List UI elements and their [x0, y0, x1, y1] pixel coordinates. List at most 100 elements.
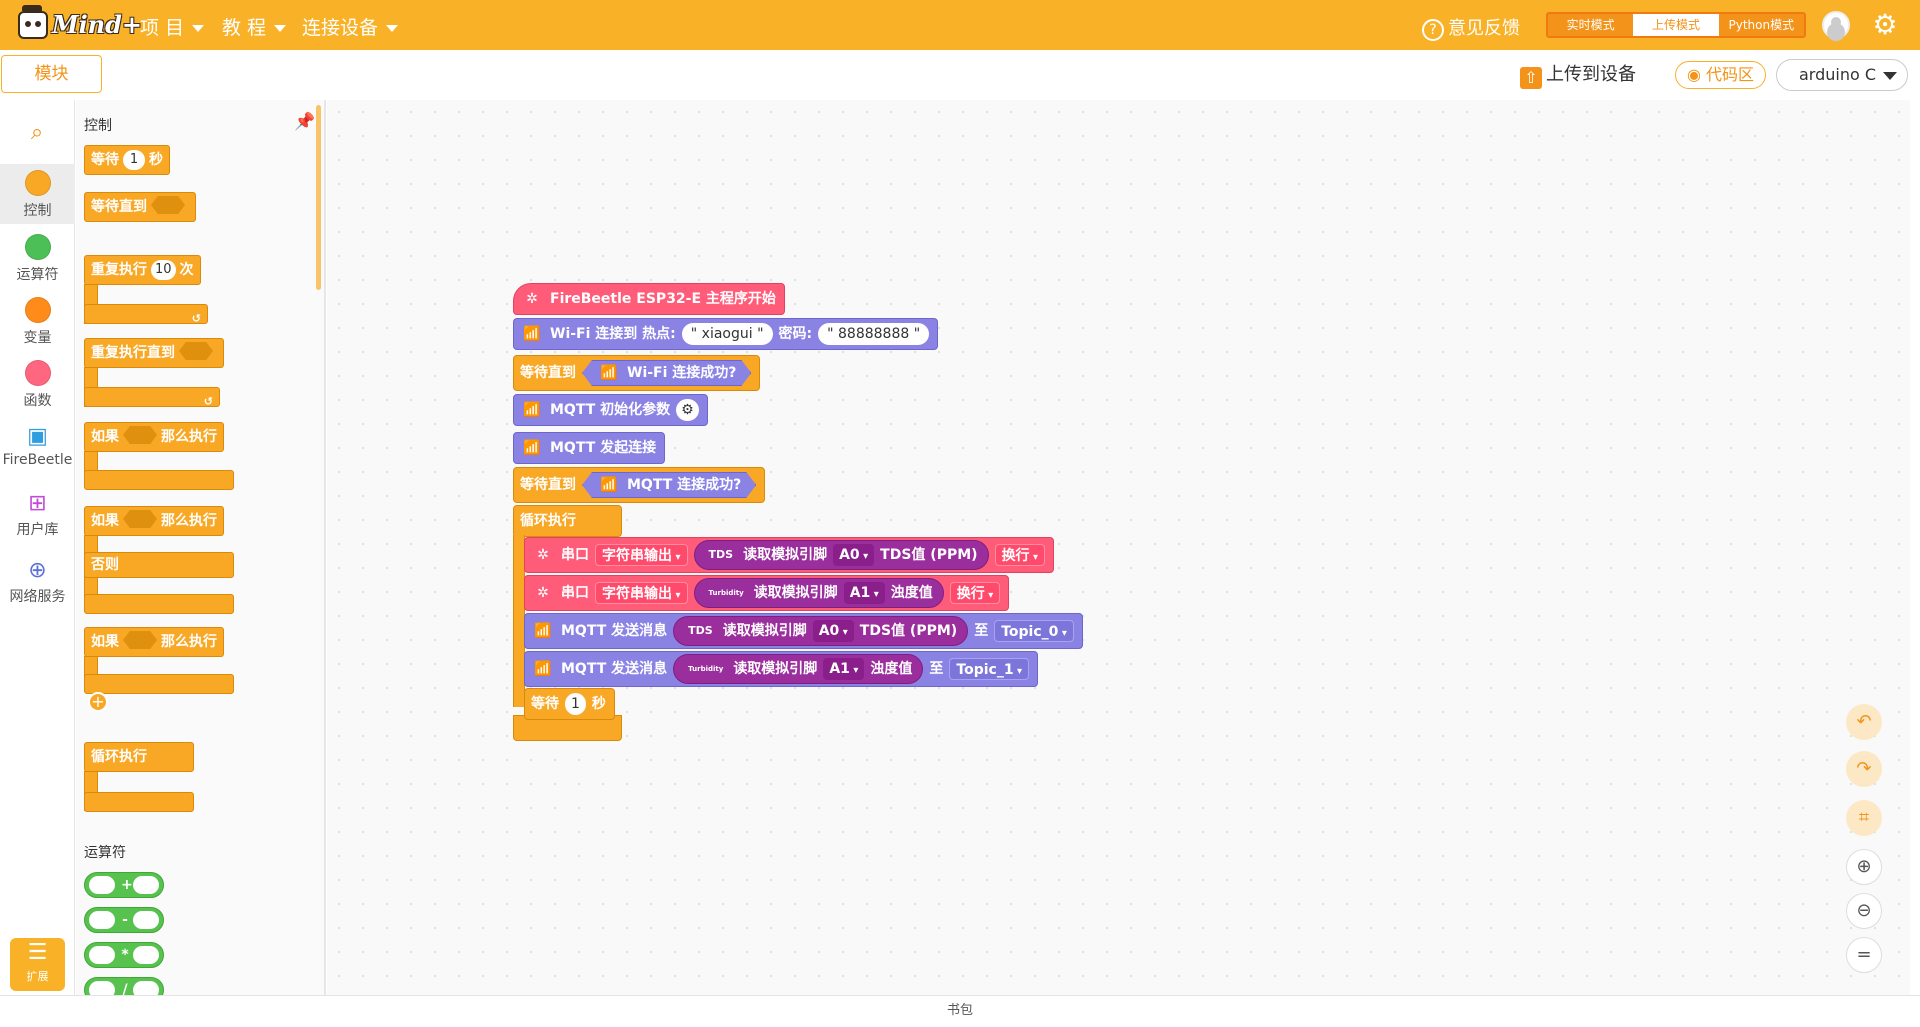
palette-block-if-else[interactable]: 如果 那么执行	[84, 506, 224, 536]
pin-dropdown[interactable]: A1	[823, 658, 865, 680]
zoom-in-icon[interactable]: ⊕	[1846, 849, 1882, 885]
condition-mqtt-connected[interactable]: 📶 MQTT 连接成功?	[582, 472, 756, 498]
palette-block-if-plus[interactable]: 如果 那么执行	[84, 627, 224, 657]
gear-icon[interactable]: ⚙	[676, 399, 699, 421]
pin-dropdown[interactable]: A0	[833, 544, 875, 566]
block-mqtt-send-turbidity[interactable]: 📶 MQTT 发送消息 Turbidity 读取模拟引脚 A1 浊度值 至 To…	[524, 651, 1039, 687]
category-user-library[interactable]: ⊞ 用户库	[0, 485, 75, 545]
loop-arrow-icon: ↺	[191, 312, 201, 325]
newline-dropdown[interactable]: 换行	[949, 582, 1001, 604]
operand-slot[interactable]	[89, 911, 115, 929]
block-wait-until-wifi[interactable]: 等待直到 📶 Wi-Fi 连接成功?	[513, 355, 761, 391]
backpack-bar[interactable]: 书包	[0, 995, 1920, 1027]
number-slot[interactable]: 1	[123, 150, 145, 170]
number-slot[interactable]: 10	[151, 260, 176, 280]
operand-slot[interactable]	[89, 981, 115, 995]
category-control[interactable]: 控制	[0, 164, 75, 224]
operand-slot[interactable]	[89, 876, 115, 894]
upload-to-device-button[interactable]: ⇧ 上传到设备	[1520, 60, 1636, 89]
search-icon[interactable]: ⌕	[24, 120, 50, 146]
block-wait-until-mqtt[interactable]: 等待直到 📶 MQTT 连接成功?	[513, 467, 766, 503]
undo-icon[interactable]: ↶	[1846, 704, 1882, 740]
category-firebeetle[interactable]: ▣ FireBeetle	[0, 418, 75, 478]
extensions-button[interactable]: ☰ 扩展	[10, 938, 65, 991]
else-section: 否则	[84, 552, 234, 578]
operand-slot[interactable]	[133, 876, 159, 894]
block-mqtt-send-tds[interactable]: 📶 MQTT 发送消息 TDS 读取模拟引脚 A0 TDS值 (PPM) 至 T…	[524, 613, 1083, 649]
palette-block-if[interactable]: 如果 那么执行	[84, 422, 224, 452]
mqtt-icon: 📶	[523, 440, 541, 456]
reporter-turbidity-read[interactable]: Turbidity 读取模拟引脚 A1 浊度值	[673, 654, 924, 684]
palette-block-repeat[interactable]: 重复执行 10 次	[84, 255, 201, 285]
boolean-slot	[123, 510, 157, 528]
c-block-foot	[84, 470, 234, 490]
palette-block-add[interactable]: +	[84, 872, 164, 898]
block-serial-print-tds[interactable]: ✲ 串口 字符串输出 TDS 读取模拟引脚 A0 TDS值 (PPM) 换行	[524, 537, 1055, 573]
menu-project[interactable]: 项 目	[140, 13, 205, 39]
zoom-reset-icon[interactable]: =	[1846, 937, 1882, 973]
category-rail: ⌕ 控制 运算符 变量 函数 ▣ FireBeetle ⊞ 用户库 ⊕ 网络服务…	[0, 100, 75, 995]
palette-block-repeat-until[interactable]: 重复执行直到	[84, 338, 224, 368]
menu-connect-device[interactable]: 连接设备	[302, 13, 399, 39]
ssid-input[interactable]: " xiaogui "	[681, 323, 773, 345]
user-avatar[interactable]	[1822, 11, 1850, 39]
block-serial-print-turbidity[interactable]: ✲ 串口 字符串输出 Turbidity 读取模拟引脚 A1 浊度值 换行	[524, 575, 1010, 611]
category-network[interactable]: ⊕ 网络服务	[0, 552, 75, 612]
mode-realtime[interactable]: 实时模式	[1548, 14, 1633, 36]
crop-icon[interactable]: ⌗	[1846, 800, 1882, 836]
palette-block-wait-until[interactable]: 等待直到	[84, 192, 196, 222]
block-mqtt-connect[interactable]: 📶 MQTT 发起连接	[513, 432, 666, 464]
topic-dropdown[interactable]: Topic_0	[994, 620, 1074, 642]
mindplus-logo[interactable]: Mind+	[18, 5, 142, 42]
pin-icon[interactable]: 📌	[294, 112, 315, 132]
palette-scrollbar[interactable]	[316, 105, 321, 290]
serial-mode-dropdown[interactable]: 字符串输出	[595, 582, 688, 604]
palette-block-subtract[interactable]: -	[84, 907, 164, 933]
condition-wifi-connected[interactable]: 📶 Wi-Fi 连接成功?	[582, 360, 751, 386]
newline-dropdown[interactable]: 换行	[994, 544, 1046, 566]
block-text: 等待直到	[520, 477, 576, 493]
block-text: 至	[974, 623, 989, 639]
operator-symbol: +	[121, 877, 133, 893]
pin-dropdown[interactable]: A0	[812, 620, 854, 642]
board-select[interactable]: arduino C	[1776, 59, 1908, 91]
reporter-tds-read[interactable]: TDS 读取模拟引脚 A0 TDS值 (PPM)	[673, 616, 969, 646]
redo-icon[interactable]: ↷	[1846, 751, 1882, 787]
block-mqtt-init[interactable]: 📶 MQTT 初始化参数 ⚙	[513, 394, 708, 426]
tab-blocks[interactable]: 模块	[1, 55, 102, 93]
operand-slot[interactable]	[133, 981, 159, 995]
operand-slot[interactable]	[89, 946, 115, 964]
menu-tutorial[interactable]: 教 程	[222, 13, 287, 39]
firebeetle-icon: ✲	[537, 547, 549, 563]
zoom-out-icon[interactable]: ⊖	[1846, 893, 1882, 929]
reporter-tds-read[interactable]: TDS 读取模拟引脚 A0 TDS值 (PPM)	[693, 540, 989, 570]
code-area-toggle[interactable]: ◉ 代码区	[1675, 61, 1766, 89]
reporter-turbidity-read[interactable]: Turbidity 读取模拟引脚 A1 浊度值	[693, 578, 944, 608]
palette-block-forever[interactable]: 循环执行	[84, 742, 194, 772]
block-wait-seconds[interactable]: 等待 1 秒	[524, 688, 615, 720]
operand-slot[interactable]	[133, 911, 159, 929]
pin-dropdown[interactable]: A1	[843, 582, 885, 604]
palette-block-divide[interactable]: /	[84, 977, 164, 995]
block-wifi-connect[interactable]: 📶 Wi-Fi 连接到 热点: " xiaogui " 密码: " 888888…	[513, 318, 939, 350]
mode-python[interactable]: Python模式	[1719, 14, 1804, 36]
control-dot-icon	[24, 170, 51, 196]
seconds-input[interactable]: 1	[565, 693, 586, 715]
palette-block-wait[interactable]: 等待 1 秒	[84, 145, 170, 175]
gear-icon[interactable]: ⚙	[1870, 10, 1900, 40]
category-operators[interactable]: 运算符	[0, 228, 75, 288]
menu-project-label: 项 目	[140, 17, 185, 39]
add-else-icon[interactable]: +	[88, 692, 108, 712]
category-user-library-label: 用户库	[16, 522, 59, 538]
operand-slot[interactable]	[133, 946, 159, 964]
block-forever[interactable]: 循环执行	[513, 505, 622, 537]
serial-mode-dropdown[interactable]: 字符串输出	[595, 544, 688, 566]
palette-block-multiply[interactable]: *	[84, 942, 164, 968]
feedback-button[interactable]: ? 意见反馈	[1422, 14, 1520, 41]
mode-upload[interactable]: 上传模式	[1633, 14, 1719, 36]
hat-block-main-start[interactable]: ✲ FireBeetle ESP32-E 主程序开始	[513, 283, 785, 315]
category-functions[interactable]: 函数	[0, 354, 75, 414]
category-variables[interactable]: 变量	[0, 291, 75, 351]
topic-dropdown[interactable]: Topic_1	[949, 658, 1030, 680]
password-input[interactable]: " 88888888 "	[818, 323, 930, 345]
